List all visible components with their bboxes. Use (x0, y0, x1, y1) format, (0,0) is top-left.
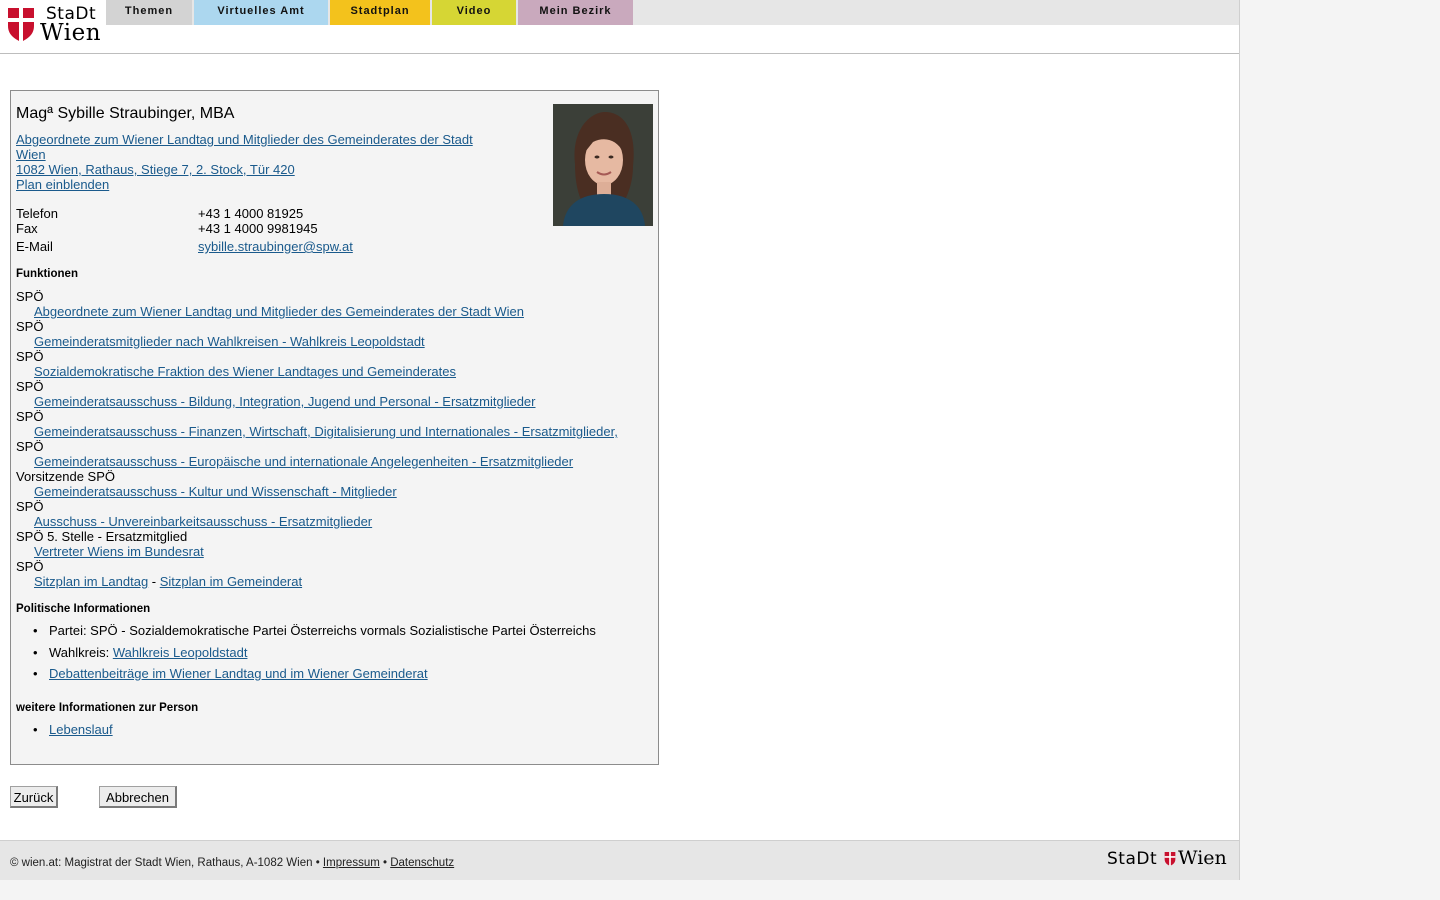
seat-plan-landtag-link[interactable]: Sitzplan im Landtag (34, 574, 148, 589)
district-label: Wahlkreis: (49, 645, 113, 660)
tab-mein-bezirk[interactable]: Mein Bezirk (518, 0, 633, 25)
phone-value: +43 1 4000 81925 (198, 206, 304, 221)
footer-logo-wien: Wien (1178, 847, 1227, 869)
function-link[interactable]: Gemeinderatsausschuss - Finanzen, Wirtsc… (34, 424, 618, 439)
email-link[interactable]: sybille.straubinger@spw.at (198, 239, 353, 254)
footer-text: © wien.at: Magistrat der Stadt Wien, Rat… (10, 857, 454, 869)
cancel-button[interactable]: Abbrechen (99, 786, 177, 808)
district-link[interactable]: Wahlkreis Leopoldstadt (113, 645, 248, 660)
stadt-wien-logo[interactable]: StaDt Wien (6, 4, 102, 46)
cv-link[interactable]: Lebenslauf (49, 722, 113, 737)
function-link[interactable]: Abgeordnete zum Wiener Landtag und Mitgl… (34, 304, 524, 319)
function-link[interactable]: Ausschuss - Unvereinbarkeitsausschuss - … (34, 514, 372, 529)
tab-virtuelles-amt[interactable]: Virtuelles Amt (194, 0, 328, 25)
function-link[interactable]: Sozialdemokratische Fraktion des Wiener … (34, 364, 456, 379)
function-link[interactable]: Gemeinderatsmitglieder nach Wahlkreisen … (34, 334, 425, 349)
seat-plan-row: Sitzplan im Landtag - Sitzplan im Gemein… (34, 574, 302, 589)
person-photo (553, 104, 653, 226)
footer-logo-stadt: StaDt (1107, 849, 1158, 869)
seat-plan-separator: - (148, 574, 160, 589)
role-link-line-1[interactable]: Abgeordnete zum Wiener Landtag und Mitgl… (16, 132, 473, 147)
function-party: Vorsitzende SPÖ (16, 469, 115, 484)
tab-themen[interactable]: Themen (106, 0, 192, 25)
tab-stadtplan[interactable]: Stadtplan (330, 0, 430, 25)
function-party: SPÖ (16, 499, 44, 514)
site-footer: © wien.at: Magistrat der Stadt Wien, Rat… (0, 840, 1239, 880)
footer-shield-icon (1164, 852, 1176, 866)
person-card: Magª Sybille Straubinger, MBA Abgeordnet… (10, 90, 659, 765)
site-header: StaDt Wien Themen Virtuelles Amt Stadtpl… (0, 0, 1239, 54)
function-party: SPÖ (16, 439, 44, 454)
imprint-link[interactable]: Impressum (323, 857, 380, 869)
page: StaDt Wien Themen Virtuelles Amt Stadtpl… (0, 0, 1240, 880)
address-link[interactable]: 1082 Wien, Rathaus, Stiege 7, 2. Stock, … (16, 162, 295, 177)
email-label: E-Mail (16, 239, 53, 254)
privacy-link[interactable]: Datenschutz (390, 857, 454, 869)
more-info-heading: weitere Informationen zur Person (16, 702, 199, 714)
function-link[interactable]: Gemeinderatsausschuss - Europäische und … (34, 454, 573, 469)
footer-logo: StaDt Wien (1107, 847, 1229, 871)
vienna-shield-icon (8, 8, 34, 42)
functions-heading: Funktionen (16, 268, 78, 280)
back-button[interactable]: Zurück (10, 786, 58, 808)
function-link[interactable]: Gemeinderatsausschuss - Kultur und Wisse… (34, 484, 397, 499)
logo-wien-text: Wien (40, 20, 102, 46)
fax-label: Fax (16, 221, 38, 236)
cv-item: Lebenslauf (33, 722, 113, 737)
function-party: SPÖ (16, 409, 44, 424)
political-info-heading: Politische Informationen (16, 603, 151, 615)
person-name: Magª Sybille Straubinger, MBA (16, 105, 235, 122)
debates-item: Debattenbeiträge im Wiener Landtag und i… (33, 666, 428, 681)
function-party: SPÖ (16, 379, 44, 394)
footer-separator: • (379, 857, 391, 869)
function-party: SPÖ (16, 319, 44, 334)
seat-plan-gemeinderat-link[interactable]: Sitzplan im Gemeinderat (160, 574, 302, 589)
function-party: SPÖ (16, 289, 44, 304)
function-party: SPÖ (16, 559, 44, 574)
tab-video[interactable]: Video (432, 0, 516, 25)
role-link-line-2[interactable]: Wien (16, 147, 46, 162)
function-party: SPÖ 5. Stelle - Ersatzmitglied (16, 529, 188, 544)
fax-value: +43 1 4000 9981945 (198, 221, 318, 236)
function-link[interactable]: Gemeinderatsausschuss - Bildung, Integra… (34, 394, 536, 409)
phone-label: Telefon (16, 206, 58, 221)
party-info: Partei: SPÖ - Sozialdemokratische Partei… (33, 623, 596, 638)
debates-link[interactable]: Debattenbeiträge im Wiener Landtag und i… (49, 666, 428, 681)
footer-copyright: © wien.at: Magistrat der Stadt Wien, Rat… (10, 857, 323, 869)
show-map-link[interactable]: Plan einblenden (16, 177, 109, 192)
function-party: SPÖ (16, 349, 44, 364)
district-info: Wahlkreis: Wahlkreis Leopoldstadt (33, 645, 248, 660)
function-link[interactable]: Vertreter Wiens im Bundesrat (34, 544, 204, 559)
